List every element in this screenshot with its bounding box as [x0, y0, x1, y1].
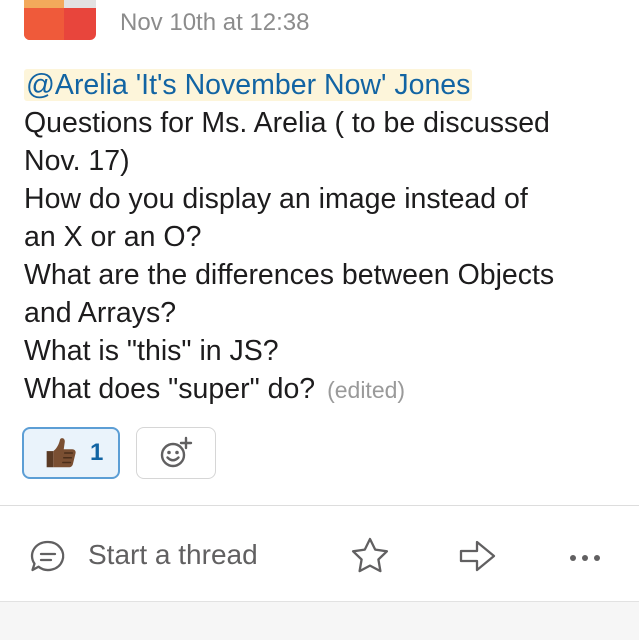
message-line: What are the differences between Objects	[24, 259, 555, 291]
more-icon[interactable]	[566, 539, 604, 577]
message-body: @Arelia 'It's November Now' Jones Questi…	[24, 66, 624, 409]
message-line: What does "super" do?	[24, 373, 316, 405]
thread-bubble-icon[interactable]	[28, 537, 68, 577]
footer-bar	[0, 601, 639, 640]
message-line: Questions for Ms. Arelia ( to be discuss…	[24, 107, 550, 139]
reaction-thumbs-up[interactable]: 1	[22, 427, 120, 479]
reaction-count: 1	[90, 439, 104, 466]
share-icon[interactable]	[457, 535, 499, 577]
message-line: an X or an O?	[24, 221, 202, 253]
add-reaction-icon	[160, 436, 193, 468]
message-line: How do you display an image instead of	[24, 183, 528, 215]
avatar[interactable]	[24, 0, 96, 40]
message-line: and Arrays?	[24, 297, 177, 329]
message-timestamp[interactable]: Nov 10th at 12:38	[120, 9, 309, 37]
thumbs-up-icon	[46, 438, 76, 468]
edited-label: (edited)	[327, 377, 406, 403]
message-action-bar: Start a thread	[0, 506, 639, 601]
message-line: What is "this" in JS?	[24, 335, 279, 367]
start-thread-button[interactable]: Start a thread	[88, 539, 258, 571]
add-reaction-button[interactable]	[136, 427, 216, 479]
star-icon[interactable]	[349, 535, 391, 577]
user-mention[interactable]: @Arelia 'It's November Now' Jones	[24, 69, 473, 101]
message-line: Nov. 17)	[24, 145, 130, 177]
